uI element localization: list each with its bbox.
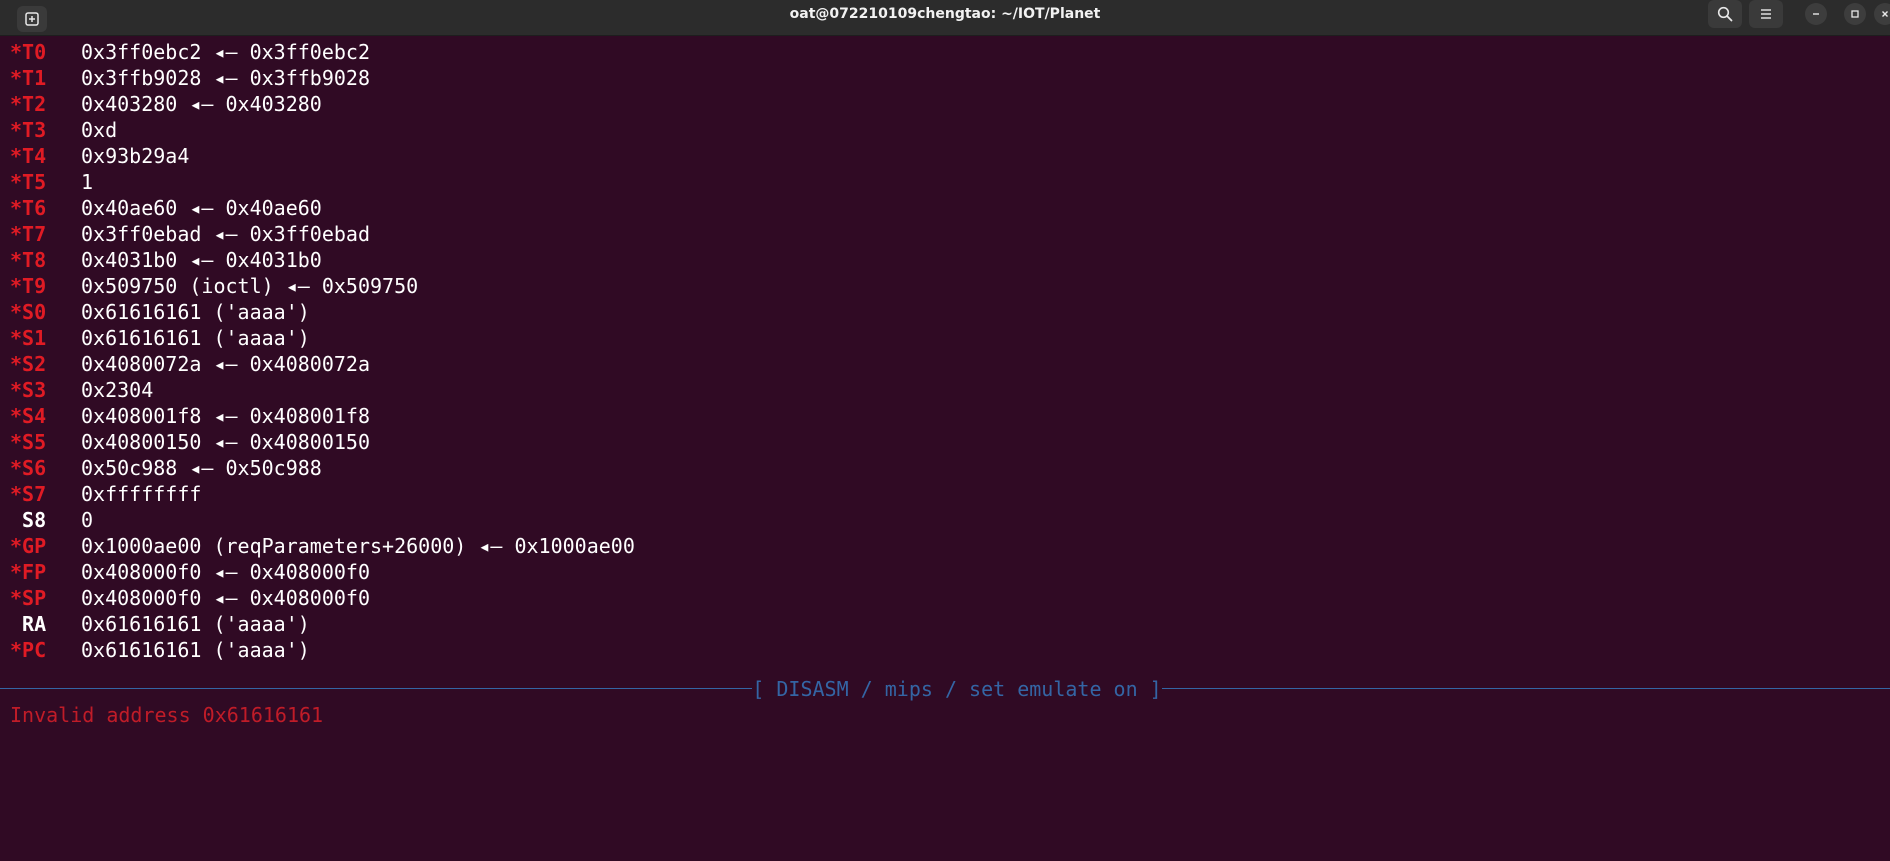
register-name: *T0 [10, 40, 47, 64]
register-value: 1 [81, 170, 94, 194]
register-value: 0x1000ae00 (reqParameters+26000) ◂— 0x10… [81, 534, 635, 558]
maximize-button[interactable] [1844, 3, 1866, 25]
register-value: 0x408000f0 ◂— 0x408000f0 [81, 586, 370, 610]
terminal-window: oat@072210109chengtao: ~/IOT/Planet *T0 … [0, 0, 1890, 861]
register-name: *T3 [10, 118, 47, 142]
register-value: 0x40800150 ◂— 0x40800150 [81, 430, 370, 454]
title-bar: oat@072210109chengtao: ~/IOT/Planet [0, 0, 1890, 36]
register-name: *T7 [10, 222, 47, 246]
register-name: *T2 [10, 92, 47, 116]
register-value: 0x61616161 ('aaaa') [81, 300, 310, 324]
minimize-button[interactable] [1805, 3, 1827, 25]
register-name: *S0 [10, 300, 47, 324]
register-name: *FP [10, 560, 47, 584]
hamburger-menu-icon [1761, 9, 1771, 19]
register-value: 0x408001f8 ◂— 0x408001f8 [81, 404, 370, 428]
register-name: *S1 [10, 326, 47, 350]
close-icon [1882, 11, 1888, 17]
register-value: 0x509750 (ioctl) ◂— 0x509750 [81, 274, 419, 298]
minimize-icon [1813, 13, 1819, 15]
window-title: oat@072210109chengtao: ~/IOT/Planet [789, 6, 1101, 22]
register-name: *T8 [10, 248, 47, 272]
register-name: RA [10, 612, 47, 636]
search-button[interactable] [1708, 0, 1742, 28]
disasm-header: [ DISASM / mips / set emulate on ] [752, 677, 1162, 701]
register-name: *T4 [10, 144, 47, 168]
register-name: *S5 [10, 430, 47, 454]
disasm-error-message: Invalid address 0x61616161 [10, 703, 324, 727]
register-name: *PC [10, 638, 47, 662]
register-value: 0x4080072a ◂— 0x4080072a [81, 352, 370, 376]
register-name: *S7 [10, 482, 47, 506]
register-name: *T5 [10, 170, 47, 194]
terminal-output[interactable]: *T0 0x3ff0ebc2 ◂— 0x3ff0ebc2 *T1 0x3ffb9028… [0, 36, 1890, 861]
register-value: 0xffffffff [81, 482, 202, 506]
register-value: 0x3ff0ebad ◂— 0x3ff0ebad [81, 222, 370, 246]
register-value: 0x93b29a4 [81, 144, 190, 168]
register-name: *SP [10, 586, 47, 610]
register-value: 0 [81, 508, 94, 532]
register-name: *T9 [10, 274, 47, 298]
disasm-divider: [ DISASM / mips / set emulate on ] [0, 676, 1890, 702]
register-name: *S2 [10, 352, 47, 376]
register-value: 0x2304 [81, 378, 154, 402]
register-name: *S3 [10, 378, 47, 402]
divider-line-left [0, 688, 752, 689]
register-value: 0x3ff0ebc2 ◂— 0x3ff0ebc2 [81, 40, 370, 64]
close-button[interactable] [1874, 3, 1890, 25]
register-value: 0x4031b0 ◂— 0x4031b0 [81, 248, 322, 272]
register-value: 0x3ffb9028 ◂— 0x3ffb9028 [81, 66, 370, 90]
register-value: 0x403280 ◂— 0x403280 [81, 92, 322, 116]
register-value: 0xd [81, 118, 118, 142]
menu-button[interactable] [1749, 0, 1783, 28]
register-name: *T1 [10, 66, 47, 90]
register-name: S8 [10, 508, 47, 532]
register-value: 0x50c988 ◂— 0x50c988 [81, 456, 322, 480]
register-value: 0x61616161 ('aaaa') [81, 612, 310, 636]
register-name: *GP [10, 534, 47, 558]
register-value: 0x40ae60 ◂— 0x40ae60 [81, 196, 322, 220]
register-value: 0x61616161 ('aaaa') [81, 638, 310, 662]
search-icon [1717, 6, 1733, 22]
register-value: 0x61616161 ('aaaa') [81, 326, 310, 350]
register-name: *S4 [10, 404, 47, 428]
divider-line-right [1162, 688, 1890, 689]
register-name: *T6 [10, 196, 47, 220]
register-name: *S6 [10, 456, 47, 480]
maximize-icon [1851, 10, 1859, 18]
register-value: 0x408000f0 ◂— 0x408000f0 [81, 560, 370, 584]
